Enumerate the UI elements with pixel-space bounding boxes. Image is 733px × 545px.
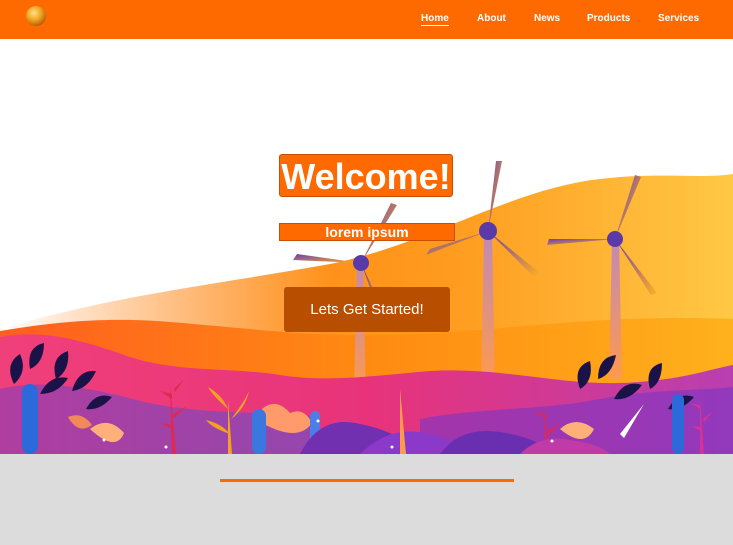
nav-link-products[interactable]: Products bbox=[587, 13, 630, 24]
nav-link-about[interactable]: About bbox=[477, 13, 506, 24]
navbar: Home About News Products Services bbox=[0, 0, 733, 39]
nav-link-home[interactable]: Home bbox=[421, 13, 449, 26]
nav-link-news[interactable]: News bbox=[534, 13, 560, 24]
nav-link-services[interactable]: Services bbox=[658, 13, 699, 24]
footer-section bbox=[0, 454, 733, 545]
footer-divider bbox=[220, 479, 514, 482]
hero-title: Welcome! bbox=[279, 154, 453, 197]
globe-logo-icon[interactable] bbox=[26, 6, 46, 26]
hero-subtitle: lorem ipsum bbox=[279, 223, 455, 241]
hero-section bbox=[0, 39, 733, 454]
wind-turbines-landscape-illustration bbox=[0, 161, 733, 454]
get-started-button[interactable]: Lets Get Started! bbox=[284, 287, 450, 332]
